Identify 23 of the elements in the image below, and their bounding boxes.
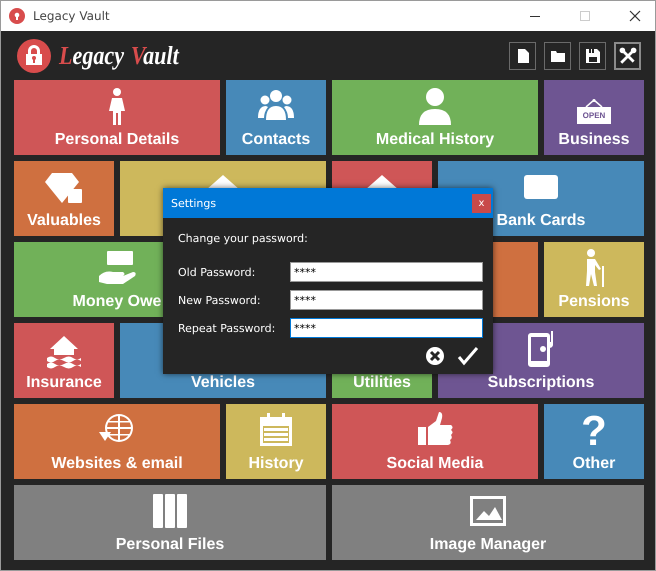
logo-text: Legacy Vault [59,40,179,70]
category-tile[interactable]: Valuables [14,161,114,236]
category-tile[interactable]: Contacts [226,80,326,155]
category-tile[interactable]: ? Other [544,404,644,479]
category-tile[interactable]: Insurance [14,323,114,398]
password-field[interactable]: **** [290,262,483,282]
window-title: Legacy Vault [33,9,110,23]
field-label: Repeat Password: [178,322,276,334]
category-tile[interactable]: Medical History [332,80,538,155]
category-tile[interactable]: Personal Details [14,80,220,155]
category-tile[interactable]: OPEN Business [544,80,644,155]
password-field[interactable]: **** [290,318,483,338]
password-field[interactable]: **** [290,290,483,310]
dialog-heading: Change your password: [178,232,309,245]
close-button[interactable]: x [472,194,491,212]
dialog-title: Settings [171,196,216,210]
category-tile[interactable]: Image Manager [332,485,644,560]
question-mark: ? [581,410,607,452]
category-tile[interactable]: Websites & email [14,404,220,479]
category-tile[interactable]: Personal Files [14,485,326,560]
category-tile[interactable]: History [226,404,326,479]
category-tile[interactable]: Pensions [544,242,644,317]
category-tile[interactable]: Social Media [332,404,538,479]
